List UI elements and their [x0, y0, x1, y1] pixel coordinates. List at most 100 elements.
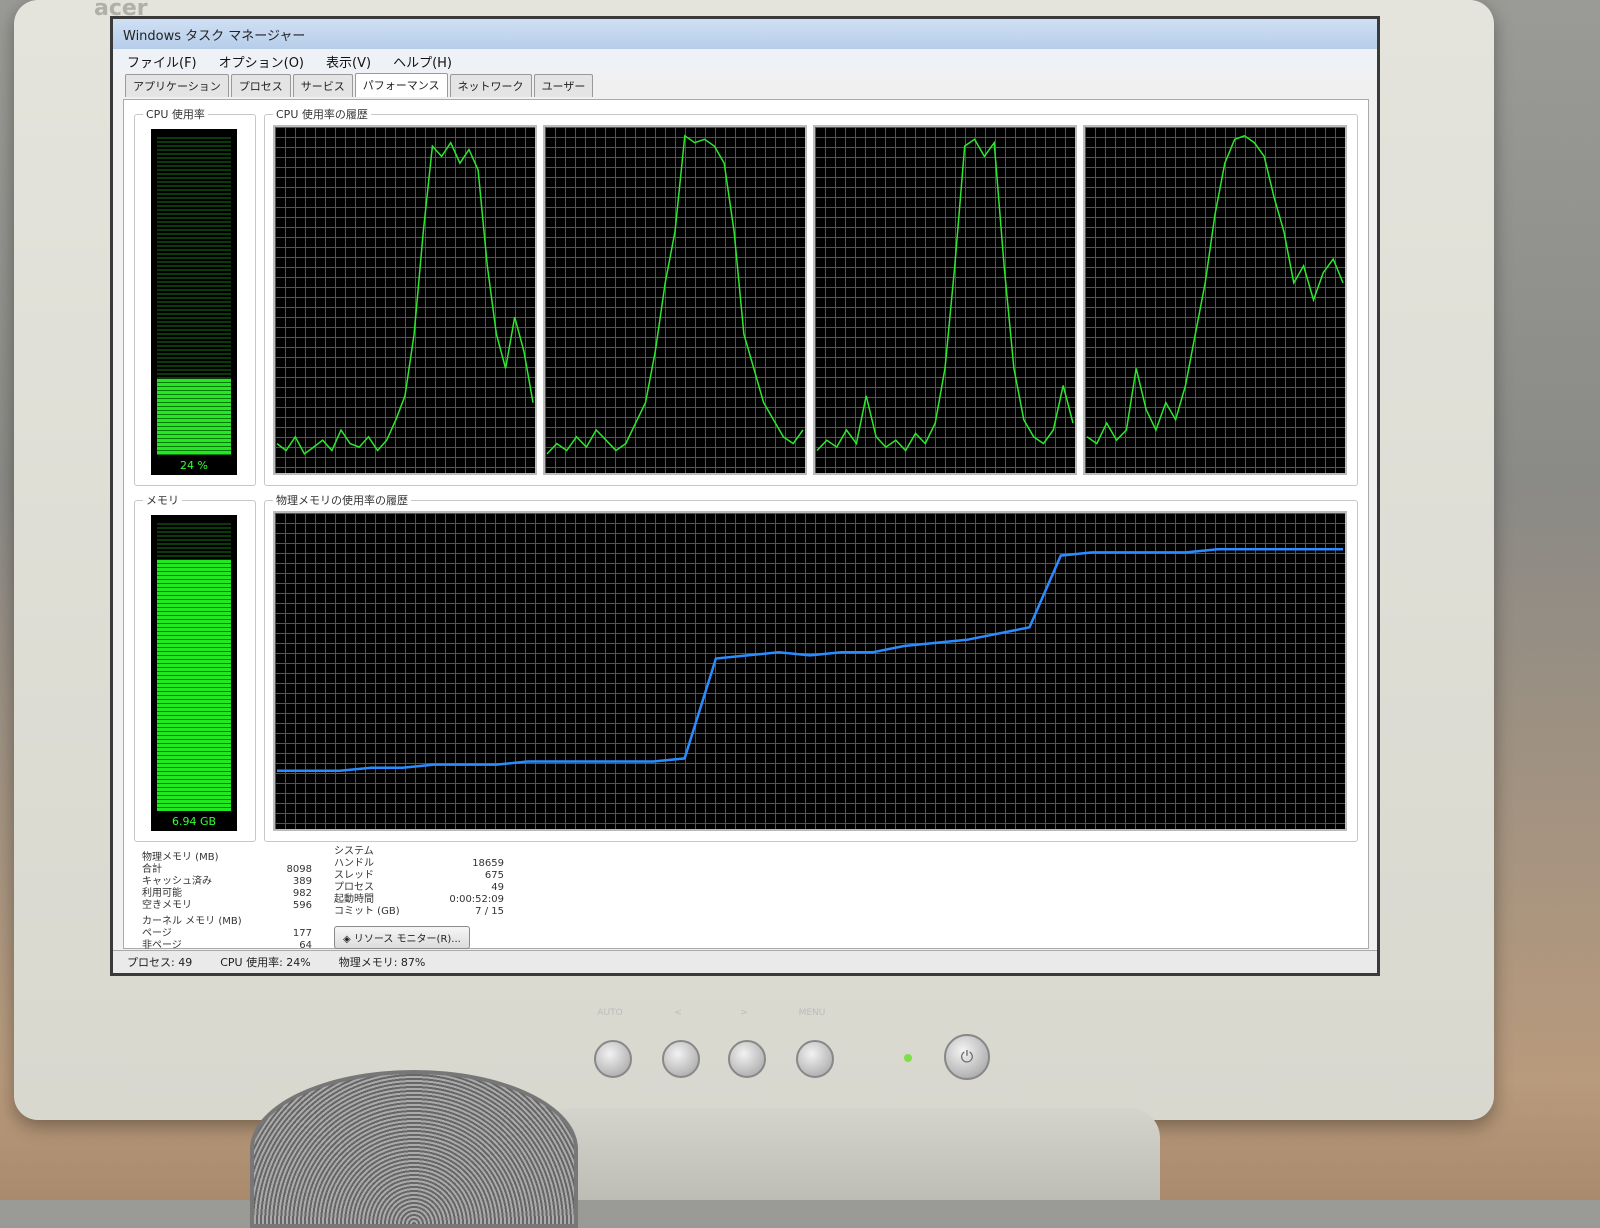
stat-value: 675: [484, 870, 504, 881]
cpu-core-0-graph: [273, 125, 537, 475]
system-header: システム: [334, 846, 374, 857]
performance-panel: CPU 使用率 24 % CPU 使用率の履歴 メモリ 6.94 GB 物理メモ…: [123, 99, 1369, 952]
stat-label: スレッド: [334, 870, 374, 881]
monitor-stand: [540, 1108, 1160, 1200]
monitor-auto-button[interactable]: [594, 1040, 632, 1078]
cpu-meter-value: 24 %: [180, 459, 208, 472]
status-cpu: CPU 使用率: 24%: [220, 956, 311, 969]
stat-value: 0:00:52:09: [449, 894, 504, 905]
task-manager-window: Windows タスク マネージャー ファイル(F) オプション(O) 表示(V…: [110, 16, 1380, 976]
menu-options[interactable]: オプション(O): [215, 51, 308, 72]
stat-label: 利用可能: [142, 888, 182, 899]
cpu-core-3-line: [1086, 134, 1344, 445]
stat-value: 596: [292, 900, 312, 911]
stat-row: ハンドル 18659: [334, 858, 504, 870]
memory-meter: 6.94 GB: [151, 515, 237, 831]
cpu-core-0-line: [276, 141, 534, 456]
cpu-series-line: [816, 138, 1074, 452]
monitor-right-button[interactable]: [728, 1040, 766, 1078]
kernel-memory-stats: カーネル メモリ (MB) ページ 177 非ページ 64: [142, 916, 312, 952]
bezel-label-left: <: [674, 1008, 682, 1018]
stat-row: 利用可能 982: [142, 888, 312, 900]
cpu-meter-track: [157, 137, 231, 455]
status-bar: プロセス: 49 CPU 使用率: 24% 物理メモリ: 87%: [113, 950, 1377, 973]
stat-label: 起動時間: [334, 894, 374, 905]
memory-history-line: [277, 548, 1343, 773]
memory-meter-fill: [157, 560, 231, 811]
power-icon: ⏻: [960, 1047, 974, 1066]
resource-monitor-label: リソース モニター(R)...: [353, 934, 461, 945]
power-button[interactable]: ⏻: [944, 1034, 990, 1080]
cpu-core-2-graph: [813, 125, 1077, 475]
physical-memory-stats: 物理メモリ (MB) 合計 8098 キャッシュ済み 389 利用可能 982 空きメ…: [142, 852, 312, 912]
resource-monitor-icon: ◈: [343, 934, 354, 945]
menu-view[interactable]: 表示(V): [322, 51, 375, 72]
status-processes: プロセス: 49: [127, 956, 193, 969]
system-stats: システム ハンドル 18659 スレッド 675 プロセス 49 起動時間 0:00:5…: [334, 846, 504, 918]
status-memory: 物理メモリ: 87%: [338, 956, 426, 969]
stat-label: ハンドル: [334, 858, 374, 869]
memory-history-graph: [273, 511, 1347, 831]
bezel-label-auto: AUTO: [597, 1008, 623, 1018]
monitor-left-button[interactable]: [662, 1040, 700, 1078]
stat-row: 合計 8098: [142, 864, 312, 876]
title-bar: Windows タスク マネージャー: [113, 19, 1377, 49]
power-led: [904, 1054, 912, 1062]
kernel-memory-header: カーネル メモリ (MB): [142, 916, 242, 927]
monitor-menu-button[interactable]: [796, 1040, 834, 1078]
cpu-usage-label: CPU 使用率: [143, 106, 208, 122]
cpu-core-1-line: [546, 134, 804, 455]
memory-label: メモリ: [143, 492, 182, 508]
stat-row: 空きメモリ 596: [142, 900, 312, 912]
memory-meter-value: 6.94 GB: [171, 815, 217, 828]
stat-label: プロセス: [334, 882, 374, 893]
stat-value: 7 / 15: [475, 906, 504, 917]
bezel-label-menu: MENU: [798, 1008, 826, 1018]
stat-row: プロセス 49: [334, 882, 504, 894]
stat-label: コミット (GB): [334, 906, 400, 917]
memory-meter-track: [157, 523, 231, 811]
stat-value: 49: [491, 882, 504, 893]
stat-value: 389: [292, 876, 312, 887]
stat-value: 18659: [472, 858, 504, 869]
window-title: Windows タスク マネージャー: [123, 28, 306, 44]
stat-row: キャッシュ済み 389: [142, 876, 312, 888]
memory-history-group: 物理メモリの使用率の履歴: [264, 492, 1358, 842]
stat-row: ページ 177: [142, 928, 312, 940]
cpu-core-3-graph: [1083, 125, 1347, 475]
stat-value: 177: [292, 928, 312, 939]
cpu-meter: 24 %: [151, 129, 237, 475]
memory-series-line: [277, 548, 1343, 773]
menu-bar: ファイル(F) オプション(O) 表示(V) ヘルプ(H): [113, 49, 1377, 73]
cpu-history-label: CPU 使用率の履歴: [273, 106, 371, 122]
tab-applications[interactable]: アプリケーション: [125, 74, 229, 97]
stat-label: 合計: [142, 864, 162, 875]
menu-help[interactable]: ヘルプ(H): [389, 51, 456, 72]
physical-memory-header: 物理メモリ (MB): [142, 852, 219, 863]
stat-row: コミット (GB) 7 / 15: [334, 906, 504, 918]
tab-processes[interactable]: プロセス: [230, 74, 291, 97]
bezel-label-right: >: [740, 1008, 748, 1018]
tab-users[interactable]: ユーザー: [533, 74, 594, 97]
tab-services[interactable]: サービス: [292, 74, 353, 97]
resource-monitor-button[interactable]: ◈ リソース モニター(R)...: [334, 926, 470, 949]
stat-value: 8098: [286, 864, 312, 875]
mesh-basket: [250, 1070, 578, 1228]
cpu-core-1-graph: [543, 125, 807, 475]
tab-performance[interactable]: パフォーマンス: [354, 73, 448, 97]
stat-value: 982: [292, 888, 312, 899]
cpu-series-line: [276, 141, 534, 456]
memory-group: メモリ 6.94 GB: [134, 492, 256, 842]
stat-label: 空きメモリ: [142, 900, 192, 911]
stat-row: 起動時間 0:00:52:09: [334, 894, 504, 906]
memory-history-label: 物理メモリの使用率の履歴: [273, 492, 411, 508]
menu-file[interactable]: ファイル(F): [123, 51, 201, 72]
monitor-bezel: acer Windows タスク マネージャー ファイル(F) オプション(O)…: [14, 0, 1494, 1120]
stat-row: スレッド 675: [334, 870, 504, 882]
cpu-usage-group: CPU 使用率 24 %: [134, 106, 256, 486]
cpu-meter-fill: [157, 378, 231, 455]
stat-label: ページ: [142, 928, 172, 939]
tab-network[interactable]: ネットワーク: [449, 74, 532, 97]
cpu-series-line: [546, 134, 804, 455]
cpu-core-2-line: [816, 138, 1074, 452]
